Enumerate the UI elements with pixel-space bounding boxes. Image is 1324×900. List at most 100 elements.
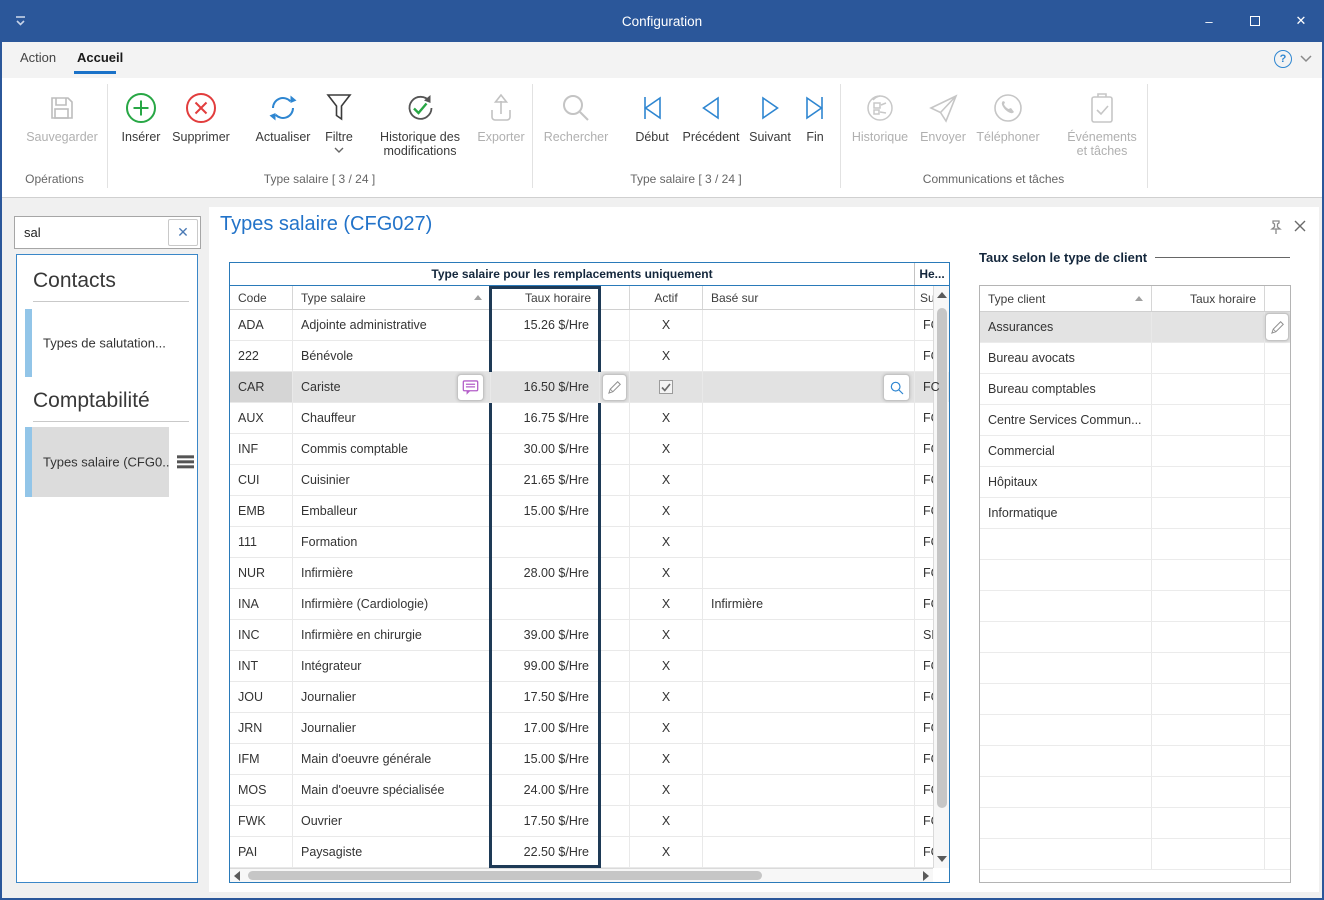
cell-actif[interactable]: X (630, 434, 703, 464)
cell-mini[interactable] (600, 434, 630, 464)
cell-label[interactable]: Journalier (293, 713, 491, 743)
sidebar-item-types-de-salutation[interactable]: Types de salutation... (17, 309, 199, 377)
cell-actif[interactable]: X (630, 682, 703, 712)
cell-type-client[interactable] (980, 591, 1152, 621)
cell-actif[interactable]: X (630, 744, 703, 774)
refresh-button[interactable]: Actualiser (248, 86, 318, 144)
band-remplacements[interactable]: Type salaire pour les remplacements uniq… (230, 263, 915, 285)
cell-taux-horaire[interactable] (1152, 312, 1265, 342)
search-button[interactable]: Rechercher (538, 86, 614, 144)
grid-row[interactable]: ADAAdjointe administrative15.26 $/HreXFC (230, 310, 933, 341)
cell-mini[interactable] (600, 589, 630, 619)
col-header-taux-horaire[interactable]: Taux horaire (491, 286, 600, 309)
cell-code[interactable]: INT (230, 651, 293, 681)
cell-based_on[interactable] (703, 620, 915, 650)
cell-label[interactable]: Ouvrier (293, 806, 491, 836)
scroll-left-arrow[interactable] (234, 871, 240, 881)
cell-label[interactable]: Commis comptable (293, 434, 491, 464)
cell-type-client[interactable] (980, 715, 1152, 745)
cell-actif[interactable]: X (630, 465, 703, 495)
client-row-empty[interactable] (980, 560, 1290, 591)
cell-label[interactable]: Cuisinier (293, 465, 491, 495)
cell-based_on[interactable] (703, 682, 915, 712)
client-row-empty[interactable] (980, 746, 1290, 777)
cell-taux-horaire[interactable] (1152, 498, 1265, 528)
cell-edit[interactable] (1265, 343, 1290, 373)
cell-taux-horaire[interactable] (1152, 839, 1265, 869)
cell-mini[interactable] (600, 310, 630, 340)
grid-row[interactable]: 111FormationXFC (230, 527, 933, 558)
search-clear-button[interactable]: ✕ (168, 219, 198, 246)
cell-based_on[interactable] (703, 434, 915, 464)
cell-type-client[interactable] (980, 777, 1152, 807)
cell-label[interactable]: Intégrateur (293, 651, 491, 681)
cell-rate[interactable]: 99.00 $/Hre (491, 651, 600, 681)
cell-mini[interactable] (600, 496, 630, 526)
close-icon[interactable] (1293, 219, 1307, 233)
cell-type-client[interactable]: Informatique (980, 498, 1152, 528)
cell-mini[interactable] (600, 806, 630, 836)
client-row[interactable]: Bureau comptables (980, 374, 1290, 405)
client-row-empty[interactable] (980, 622, 1290, 653)
cell-taux-horaire[interactable] (1152, 746, 1265, 776)
cell-rate[interactable]: 16.50 $/Hre (491, 372, 600, 402)
client-row-empty[interactable] (980, 839, 1290, 870)
comm-history-button[interactable]: Historique (846, 86, 914, 144)
grid-row[interactable]: IFMMain d'oeuvre générale15.00 $/HreXFC (230, 744, 933, 775)
cell-mini[interactable] (600, 465, 630, 495)
cell-code[interactable]: AUX (230, 403, 293, 433)
grid-row[interactable]: PAIPaysagiste22.50 $/HreXFC (230, 837, 933, 868)
sidebar-search[interactable]: sal ✕ (14, 216, 201, 249)
grid-row[interactable]: INTIntégrateur99.00 $/HreXFC (230, 651, 933, 682)
cell-type-client[interactable] (980, 653, 1152, 683)
cell-based_on[interactable] (703, 713, 915, 743)
cell-edit[interactable] (1265, 560, 1290, 590)
cell-mini[interactable] (600, 682, 630, 712)
cell-actif[interactable]: X (630, 589, 703, 619)
cell-edit[interactable] (1265, 591, 1290, 621)
tab-action[interactable]: Action (20, 50, 56, 65)
scroll-up-arrow[interactable] (937, 292, 947, 298)
cell-edit[interactable] (1265, 839, 1290, 869)
cell-rate[interactable]: 17.00 $/Hre (491, 713, 600, 743)
client-row-empty[interactable] (980, 777, 1290, 808)
cell-label[interactable]: Emballeur (293, 496, 491, 526)
cell-code[interactable]: INC (230, 620, 293, 650)
cell-code[interactable]: 222 (230, 341, 293, 371)
lookup-button[interactable] (883, 374, 910, 401)
cell-type-client[interactable]: Bureau comptables (980, 374, 1152, 404)
cell-actif[interactable]: X (630, 620, 703, 650)
cell-code[interactable]: ADA (230, 310, 293, 340)
grid-row[interactable]: JOUJournalier17.50 $/HreXFC (230, 682, 933, 713)
grid-row[interactable]: NURInfirmière28.00 $/HreXFC (230, 558, 933, 589)
cell-mini[interactable] (600, 713, 630, 743)
grid-row[interactable]: INCInfirmière en chirurgie39.00 $/HreXSF (230, 620, 933, 651)
horizontal-scrollbar[interactable] (230, 868, 933, 882)
cell-type-client[interactable] (980, 560, 1152, 590)
cell-edit[interactable] (1265, 622, 1290, 652)
cell-based_on[interactable] (703, 465, 915, 495)
cell-type-client[interactable]: Hôpitaux (980, 467, 1152, 497)
cell-edit[interactable] (1265, 436, 1290, 466)
cell-mini[interactable] (600, 620, 630, 650)
delete-button[interactable]: Supprimer (168, 86, 234, 144)
col-header-type-salaire[interactable]: Type salaire (293, 286, 491, 309)
cell-label[interactable]: Infirmière (293, 558, 491, 588)
cell-actif[interactable]: X (630, 713, 703, 743)
cell-actif[interactable]: X (630, 806, 703, 836)
col-header-actif[interactable]: Actif (630, 286, 703, 309)
export-button[interactable]: Exporter (472, 86, 530, 144)
insert-button[interactable]: Insérer (114, 86, 168, 144)
actif-checkbox[interactable] (659, 380, 673, 394)
grid-row[interactable]: 222BénévoleXFC (230, 341, 933, 372)
cell-rate[interactable] (491, 527, 600, 557)
cell-label[interactable]: Adjointe administrative (293, 310, 491, 340)
cell-type-client[interactable] (980, 622, 1152, 652)
cell-rate[interactable]: 39.00 $/Hre (491, 620, 600, 650)
cell-based_on[interactable] (703, 527, 915, 557)
maximize-button[interactable] (1232, 0, 1278, 42)
cell-code[interactable]: JRN (230, 713, 293, 743)
cell-code[interactable]: IFM (230, 744, 293, 774)
cell-label[interactable]: Journalier (293, 682, 491, 712)
client-row[interactable]: Hôpitaux (980, 467, 1290, 498)
